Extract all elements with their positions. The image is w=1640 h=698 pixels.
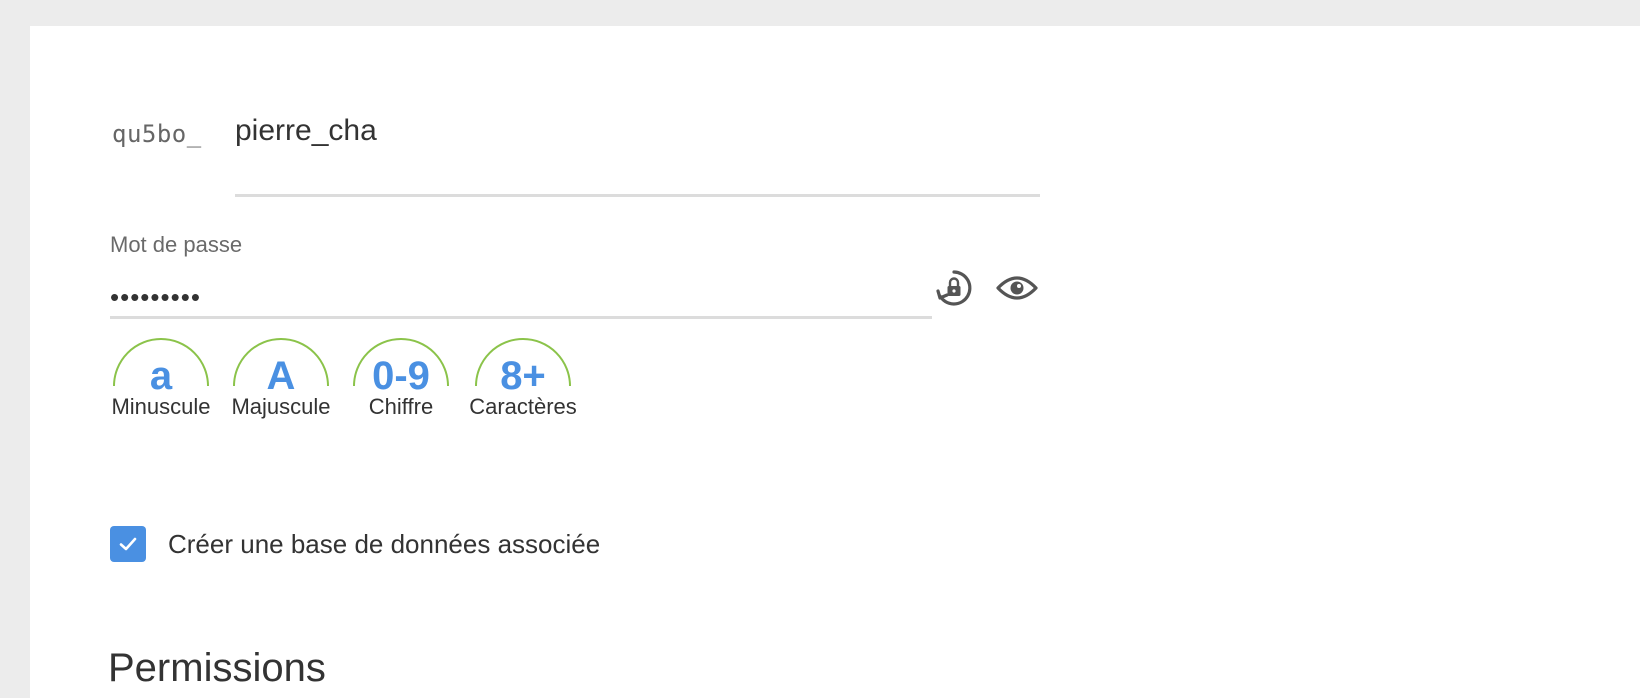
create-database-option: Créer une base de données associée — [110, 526, 600, 562]
criteria-arc: 8+ — [473, 336, 573, 396]
eye-icon — [996, 276, 1038, 300]
password-label: Mot de passe — [110, 232, 243, 257]
criteria-uppercase: A Majuscule — [217, 336, 345, 420]
username-underline — [235, 194, 1040, 197]
create-database-label[interactable]: Créer une base de données associée — [168, 529, 600, 560]
criteria-lowercase: a Minuscule — [105, 336, 217, 420]
criteria-arc: 0-9 — [351, 336, 451, 396]
criteria-length: 8+ Caractères — [457, 336, 589, 420]
lock-refresh-icon — [936, 270, 972, 306]
criteria-symbol: A — [266, 354, 296, 398]
criteria-symbol: 8+ — [500, 354, 546, 398]
criteria-arc: a — [111, 336, 211, 396]
criteria-arc: A — [231, 336, 331, 396]
permissions-title: Permissions — [108, 646, 326, 690]
user-form-card: qu5bo_ Mot de passe a Minuscule — [30, 26, 1640, 698]
username-input[interactable] — [235, 110, 1040, 152]
password-input[interactable] — [110, 282, 930, 313]
username-prefix: qu5bo_ — [112, 120, 202, 148]
password-criteria: a Minuscule A Majuscule 0-9 Chiffre 8+ C… — [105, 336, 589, 420]
criteria-digit: 0-9 Chiffre — [345, 336, 457, 420]
toggle-password-visibility-button[interactable] — [995, 266, 1039, 310]
password-underline — [110, 316, 932, 319]
criteria-symbol: a — [149, 354, 173, 398]
create-database-checkbox[interactable] — [110, 526, 146, 562]
check-icon — [119, 537, 137, 551]
criteria-symbol: 0-9 — [372, 354, 430, 398]
username-field-wrap — [235, 110, 1040, 198]
regenerate-password-button[interactable] — [932, 266, 976, 310]
